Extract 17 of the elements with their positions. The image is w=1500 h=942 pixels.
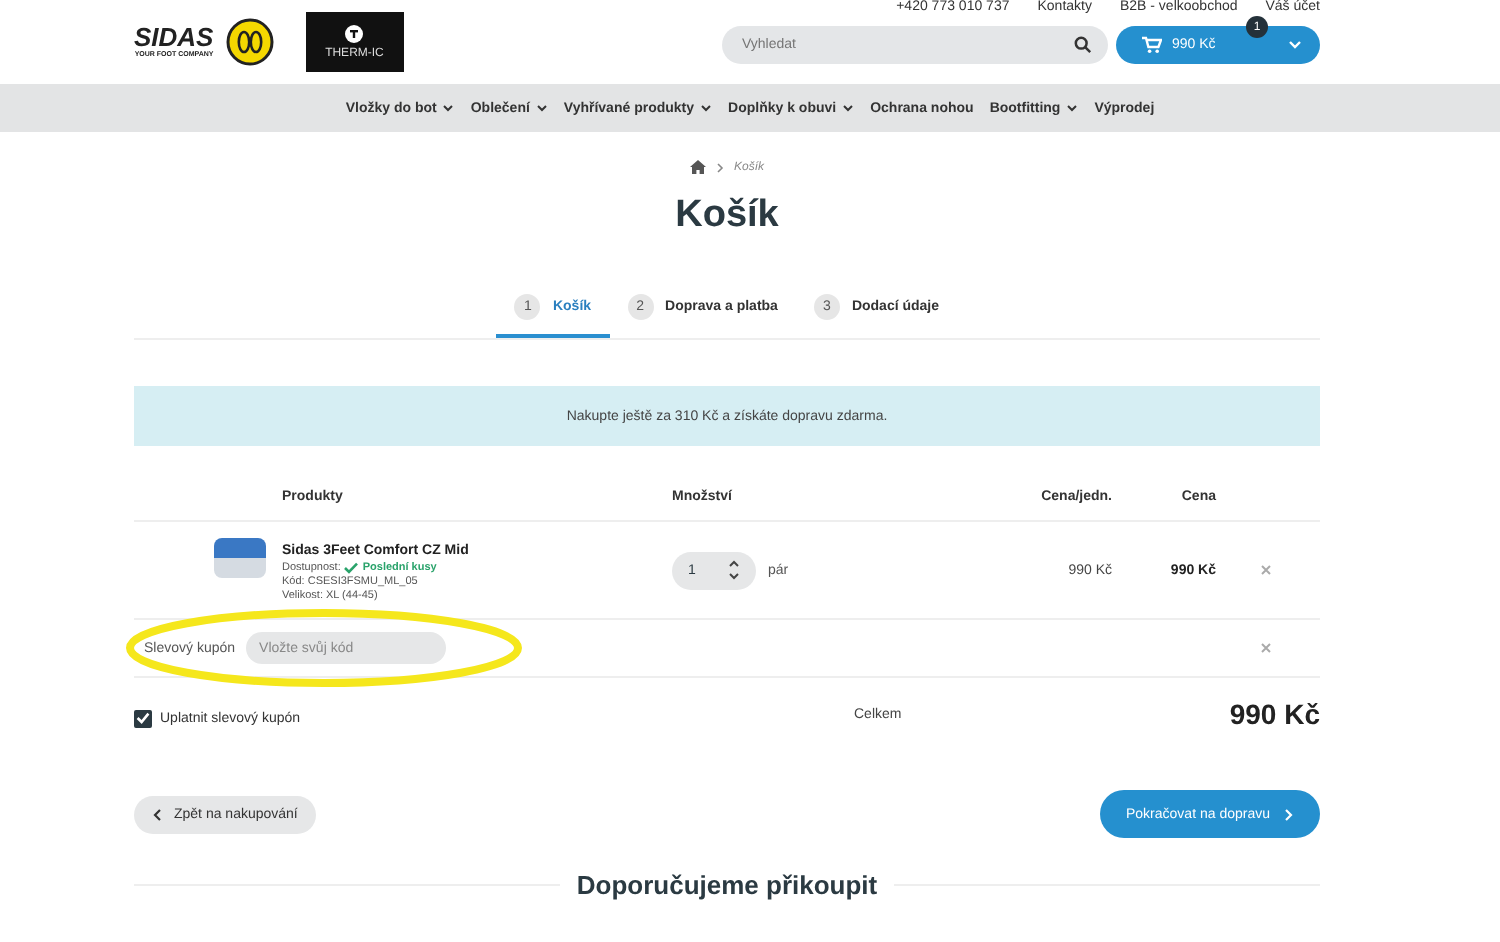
logo-mark-icon — [344, 24, 365, 44]
up-down-arrows-icon[interactable] — [727, 558, 740, 582]
cart-icon — [1142, 36, 1162, 54]
feet-logo-icon — [225, 18, 274, 66]
total-price: 990 Kč — [1229, 698, 1320, 730]
check-icon — [344, 562, 359, 574]
chevron-right-icon — [1284, 807, 1294, 821]
section-heading: Doporučujeme přikoupit — [576, 870, 878, 900]
chevron-down-icon — [1288, 40, 1302, 50]
chevron-left-icon — [152, 807, 162, 821]
page-title: Košík — [673, 194, 781, 238]
logo-text: SIDAS — [134, 26, 214, 50]
insole-photo-placeholder — [214, 538, 266, 578]
search-icon[interactable] — [1074, 36, 1092, 54]
home-icon[interactable] — [689, 160, 706, 174]
chevron-right-icon — [715, 161, 724, 173]
checkbox[interactable] — [134, 709, 152, 727]
